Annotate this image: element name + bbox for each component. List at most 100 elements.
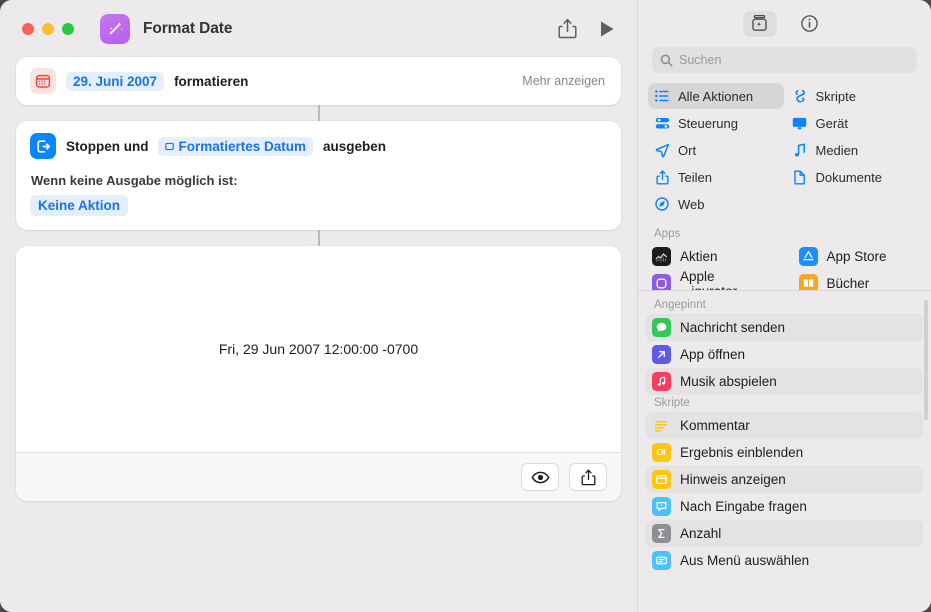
show-result-icon (652, 443, 671, 462)
action-label-ausgeben: ausgeben (323, 138, 387, 154)
search-placeholder: Suchen (679, 53, 722, 67)
library-icon[interactable] (742, 10, 777, 37)
list-item[interactable]: App Store (793, 243, 924, 270)
search-input[interactable]: Suchen (652, 47, 917, 73)
show-more-button[interactable]: Mehr anzeigen (522, 74, 605, 88)
list-item-label: Nachricht senden (680, 320, 786, 335)
page-title: Format Date (143, 19, 233, 37)
action-label-formatieren: formatieren (174, 73, 249, 89)
pinned-and-scripts-lists: Angepinnt Nachricht senden App öffnen Mu… (638, 297, 931, 574)
action-label-stoppen-und: Stoppen und (66, 138, 149, 154)
location-icon (654, 143, 670, 158)
sidebar-scrollbar[interactable] (924, 300, 928, 420)
music-app-icon (652, 372, 671, 391)
list-item-anzahl[interactable]: Anzahl (646, 520, 923, 547)
list-item-label: Bücher (826, 276, 870, 291)
list-item-label: App Store (826, 249, 887, 264)
category-ort[interactable]: Ort (648, 137, 784, 163)
category-geraet[interactable]: Gerät (786, 110, 922, 136)
list-item-ergebnis-einblenden[interactable]: Ergebnis einblenden (646, 439, 923, 466)
list-item-hinweis-anzeigen[interactable]: Hinweis anzeigen (646, 466, 923, 493)
section-header-apps: Apps (654, 228, 681, 240)
category-label: Ort (678, 142, 697, 158)
workflow-editor: 29. Juni 2007 formatieren Mehr anzeigen … (0, 57, 637, 612)
apps-scroll-region[interactable]: Apps Aktien App Store Apple ...igurator … (638, 226, 931, 291)
list-item-aus-menue-auswaehlen[interactable]: Aus Menü auswählen (646, 547, 923, 574)
traffic-lights (22, 22, 74, 35)
list-item-label: Aus Menü auswählen (680, 553, 810, 568)
list-item-musik-abspielen[interactable]: Musik abspielen (646, 368, 923, 395)
list-icon (654, 90, 670, 102)
category-skripte[interactable]: Skripte (786, 83, 922, 109)
display-icon (792, 117, 808, 130)
count-sigma-icon (652, 524, 671, 543)
stocks-app-icon (652, 247, 671, 266)
list-item-label: Kommentar (680, 418, 750, 433)
no-output-option-token[interactable]: Keine Aktion (30, 195, 129, 216)
category-steuerung[interactable]: Steuerung (648, 110, 784, 136)
list-item[interactable]: Bücher (793, 270, 924, 291)
stop-output-icon (30, 133, 56, 159)
list-item-app-oeffnen[interactable]: App öffnen (646, 341, 923, 368)
list-item-nachricht-senden[interactable]: Nachricht senden (646, 314, 923, 341)
list-item-kommentar[interactable]: Kommentar (646, 412, 923, 439)
category-teilen[interactable]: Teilen (648, 164, 784, 190)
minimize-button[interactable] (42, 22, 54, 35)
list-item-label: Hinweis anzeigen (680, 472, 786, 487)
ask-input-icon (652, 497, 671, 516)
search-icon (660, 54, 673, 67)
category-label: Dokumente (815, 169, 882, 185)
category-grid: Alle Aktionen Skripte Steuerung Gerät Or… (648, 83, 921, 217)
list-item-label: App öffnen (680, 347, 746, 362)
document-icon (792, 170, 808, 185)
share-icon[interactable] (569, 463, 607, 491)
list-item-nach-eingabe-fragen[interactable]: Nach Eingabe fragen (646, 493, 923, 520)
music-note-icon (792, 142, 808, 158)
no-output-label: Wenn keine Ausgabe möglich ist: (31, 173, 238, 188)
eye-icon[interactable] (521, 463, 559, 491)
list-item-label: Apple ...igurator (680, 268, 738, 291)
calendar-icon (30, 68, 56, 94)
section-header-skripte: Skripte (654, 397, 690, 409)
titlebar-actions (558, 0, 637, 57)
category-label: Teilen (678, 169, 712, 185)
app-store-icon (798, 247, 818, 266)
sidebar-segmented-control (638, 0, 931, 47)
section-header-angepinnt: Angepinnt (654, 299, 706, 311)
date-parameter-token[interactable]: 29. Juni 2007 (66, 71, 165, 91)
category-alle-aktionen[interactable]: Alle Aktionen (648, 83, 784, 109)
list-item[interactable]: Aktien (646, 243, 777, 270)
play-icon[interactable] (599, 20, 615, 38)
zoom-button[interactable] (62, 22, 74, 35)
apple-configurator-icon (652, 274, 671, 290)
list-item-label: Nach Eingabe fragen (680, 499, 807, 514)
formatted-date-variable-token[interactable]: Formatiertes Datum (158, 136, 314, 156)
info-circle-icon[interactable] (793, 11, 827, 37)
action-card-format-date[interactable]: 29. Juni 2007 formatieren Mehr anzeigen (16, 57, 621, 105)
action-card-stop-and-output[interactable]: Stoppen und Formatiertes Datum ausgeben … (16, 121, 621, 230)
choose-menu-icon (652, 551, 671, 570)
list-item[interactable]: Apple ...igurator (646, 268, 777, 291)
close-button[interactable] (22, 22, 34, 35)
category-label: Web (678, 196, 705, 212)
share-icon[interactable] (558, 18, 577, 39)
apps-grid: Aktien App Store Apple ...igurator Büche… (638, 243, 931, 291)
category-label: Steuerung (678, 115, 738, 131)
result-connector (317, 230, 320, 246)
script-icon (792, 89, 808, 104)
comment-icon (652, 416, 671, 435)
category-label: Medien (815, 142, 859, 158)
magic-wand-icon (100, 13, 130, 44)
category-medien[interactable]: Medien (786, 137, 922, 163)
open-app-icon (652, 345, 671, 364)
list-item-label: Anzahl (680, 526, 722, 541)
messages-icon (652, 318, 671, 337)
category-web[interactable]: Web (648, 191, 784, 217)
controls-icon (654, 117, 670, 130)
category-label: Alle Aktionen (678, 88, 754, 104)
result-text: Fri, 29 Jun 2007 12:00:00 -0700 (218, 341, 419, 357)
result-toolbar (16, 452, 621, 501)
variable-chip-icon (165, 142, 175, 150)
books-app-icon (798, 274, 818, 290)
category-dokumente[interactable]: Dokumente (786, 164, 922, 190)
